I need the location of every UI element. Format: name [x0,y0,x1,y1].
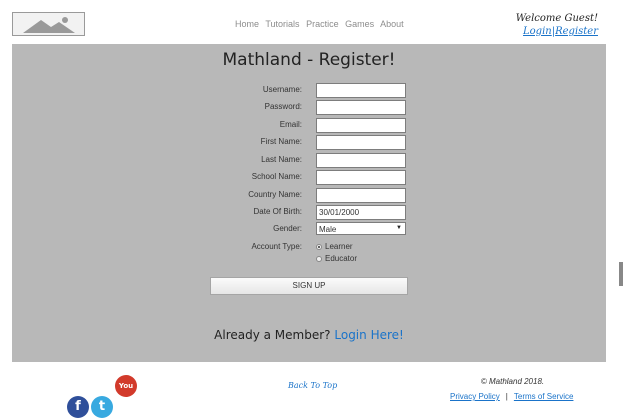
nav-practice[interactable]: Practice [306,19,339,29]
dob-label: Date Of Birth: [253,207,302,216]
privacy-policy-link[interactable]: Privacy Policy [450,392,500,401]
username-row: Username: [12,83,606,99]
radio-learner[interactable]: Learner [316,242,353,251]
footer-separator: | [505,392,508,401]
first-name-row: First Name: [12,135,606,151]
terms-of-service-link[interactable]: Terms of Service [514,392,574,401]
school-name-input[interactable] [316,170,406,185]
youtube-icon[interactable]: You Tube [115,375,137,412]
member-prompt: Already a Member? Login Here! [12,328,606,342]
gender-label: Gender: [273,224,302,233]
dob-input[interactable]: 30/01/2000 [316,205,406,220]
site-header: Home Tutorials Practice Games About Welc… [0,0,623,44]
country-name-input[interactable] [316,188,406,203]
radio-learner-label: Learner [325,242,353,251]
email-input[interactable] [316,118,406,133]
gender-selected-value: Male [319,225,337,234]
gender-select[interactable]: Male ▼ [316,222,406,235]
gender-row: Gender: Male ▼ [12,222,606,238]
account-type-row: Account Type: [12,240,606,256]
username-input[interactable] [316,83,406,98]
last-name-label: Last Name: [261,155,302,164]
social-links: f tYou Tube [67,375,139,418]
facebook-icon[interactable]: f [67,396,89,418]
dob-row: Date Of Birth: 30/01/2000 [12,205,606,221]
login-link[interactable]: Login [523,26,552,37]
scrollbar-thumb[interactable] [619,262,623,286]
country-name-row: Country Name: [12,188,606,204]
welcome-box: Welcome Guest! Login|Register [516,12,598,38]
nav-games[interactable]: Games [345,19,374,29]
last-name-row: Last Name: [12,153,606,169]
password-input[interactable] [316,100,406,115]
school-name-row: School Name: [12,170,606,186]
nav-about[interactable]: About [380,19,404,29]
account-type-label: Account Type: [251,242,302,251]
register-link[interactable]: Register [555,26,598,37]
radio-selected-icon [316,243,322,250]
auth-links: Login|Register [516,25,598,38]
password-label: Password: [264,102,302,111]
welcome-text: Welcome Guest! [515,13,598,24]
radio-unselected-icon [316,255,322,262]
page-title: Mathland - Register! [222,50,396,70]
register-panel: Mathland - Register! Username: Password:… [12,44,606,362]
login-here-link[interactable]: Login Here! [334,328,403,342]
username-label: Username: [262,85,302,94]
nav-home[interactable]: Home [235,19,259,29]
radio-educator[interactable]: Educator [316,254,357,263]
dropdown-arrow-icon: ▼ [396,225,402,231]
footer-links: Privacy Policy | Terms of Service [450,392,573,401]
back-to-top-link[interactable]: Back To Top [288,381,337,390]
copyright-text: © Mathland 2018. [480,377,545,386]
logo-image-icon[interactable] [12,12,85,36]
email-row: Email: [12,118,606,134]
first-name-label: First Name: [260,137,302,146]
twitter-icon[interactable]: t [91,396,113,418]
school-name-label: School Name: [251,172,302,181]
radio-educator-label: Educator [325,254,358,263]
email-label: Email: [279,120,302,129]
last-name-input[interactable] [316,153,406,168]
country-name-label: Country Name: [248,190,302,199]
member-text: Already a Member? [214,328,331,342]
first-name-input[interactable] [316,135,406,150]
password-row: Password: [12,100,606,116]
main-nav: Home Tutorials Practice Games About [235,19,408,29]
nav-tutorials[interactable]: Tutorials [265,19,299,29]
sign-up-button[interactable]: SIGN UP [210,277,408,295]
